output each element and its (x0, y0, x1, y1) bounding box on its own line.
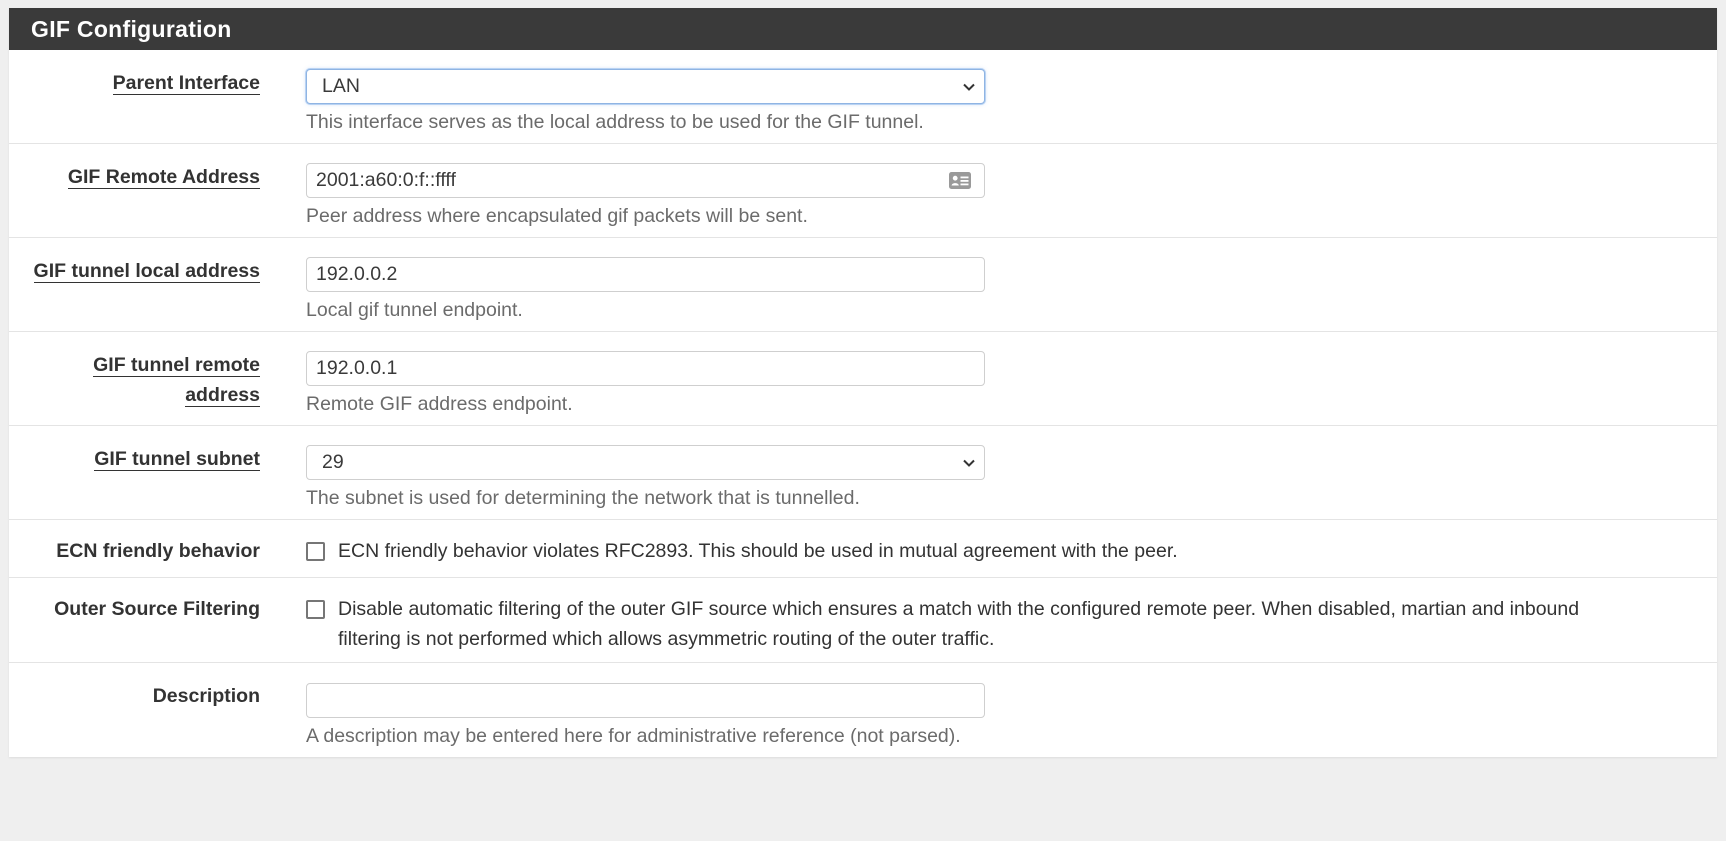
gif-tunnel-subnet-select[interactable]: 29 (306, 445, 985, 480)
gif-tunnel-local-address-help: Local gif tunnel endpoint. (306, 299, 523, 321)
description-help: A description may be entered here for ad… (306, 725, 961, 747)
gif-tunnel-remote-address-input[interactable]: 192.0.0.1 (306, 351, 985, 386)
gif-tunnel-remote-address-value: 192.0.0.1 (316, 357, 398, 379)
outer-source-filtering-label: Outer Source Filtering (54, 598, 260, 620)
gif-tunnel-local-address-value: 192.0.0.2 (316, 263, 398, 285)
gif-configuration-panel: GIF Configuration Parent Interface LAN T… (9, 8, 1717, 757)
row-parent-interface: Parent Interface LAN This interface serv… (9, 50, 1717, 144)
description-label: Description (152, 685, 260, 707)
gif-tunnel-subnet-label: GIF tunnel subnet (94, 448, 260, 471)
row-gif-tunnel-local-address: GIF tunnel local address 192.0.0.2 Local… (9, 238, 1717, 332)
gif-tunnel-local-address-label: GIF tunnel local address (33, 260, 260, 283)
ecn-friendly-behavior-text: ECN friendly behavior violates RFC2893. … (338, 540, 1178, 562)
panel-title: GIF Configuration (9, 8, 1717, 50)
chevron-down-icon (963, 83, 975, 91)
gif-tunnel-subnet-help: The subnet is used for determining the n… (306, 487, 860, 509)
ecn-friendly-behavior-checkbox[interactable] (306, 542, 325, 561)
parent-interface-label: Parent Interface (112, 72, 260, 95)
parent-interface-select[interactable]: LAN (306, 69, 985, 104)
gif-tunnel-remote-address-label: GIF tunnel remote address (93, 354, 260, 407)
gif-remote-address-value: 2001:a60:0:f::ffff (316, 169, 456, 191)
parent-interface-value: LAN (322, 75, 360, 97)
row-gif-tunnel-subnet: GIF tunnel subnet 29 The subnet is used … (9, 426, 1717, 520)
row-gif-tunnel-remote-address: GIF tunnel remote address 192.0.0.1 Remo… (9, 332, 1717, 426)
description-input[interactable] (306, 683, 985, 718)
gif-tunnel-local-address-input[interactable]: 192.0.0.2 (306, 257, 985, 292)
parent-interface-help: This interface serves as the local addre… (306, 111, 924, 133)
gif-tunnel-remote-address-help: Remote GIF address endpoint. (306, 393, 573, 415)
row-description: Description A description may be entered… (9, 663, 1717, 757)
contact-card-icon[interactable] (948, 170, 972, 191)
chevron-down-icon (963, 459, 975, 467)
gif-tunnel-subnet-value: 29 (322, 451, 344, 473)
gif-remote-address-help: Peer address where encapsulated gif pack… (306, 205, 808, 227)
outer-source-filtering-checkbox[interactable] (306, 600, 325, 619)
gif-remote-address-input[interactable]: 2001:a60:0:f::ffff (306, 163, 985, 198)
gif-remote-address-label: GIF Remote Address (67, 166, 260, 189)
row-gif-remote-address: GIF Remote Address 2001:a60:0:f::ffff Pe… (9, 144, 1717, 238)
row-ecn-friendly-behavior: ECN friendly behavior ECN friendly behav… (9, 520, 1717, 578)
ecn-friendly-behavior-label: ECN friendly behavior (56, 540, 260, 562)
outer-source-filtering-text: Disable automatic filtering of the outer… (338, 598, 1580, 650)
row-outer-source-filtering: Outer Source Filtering Disable automatic… (9, 578, 1717, 663)
